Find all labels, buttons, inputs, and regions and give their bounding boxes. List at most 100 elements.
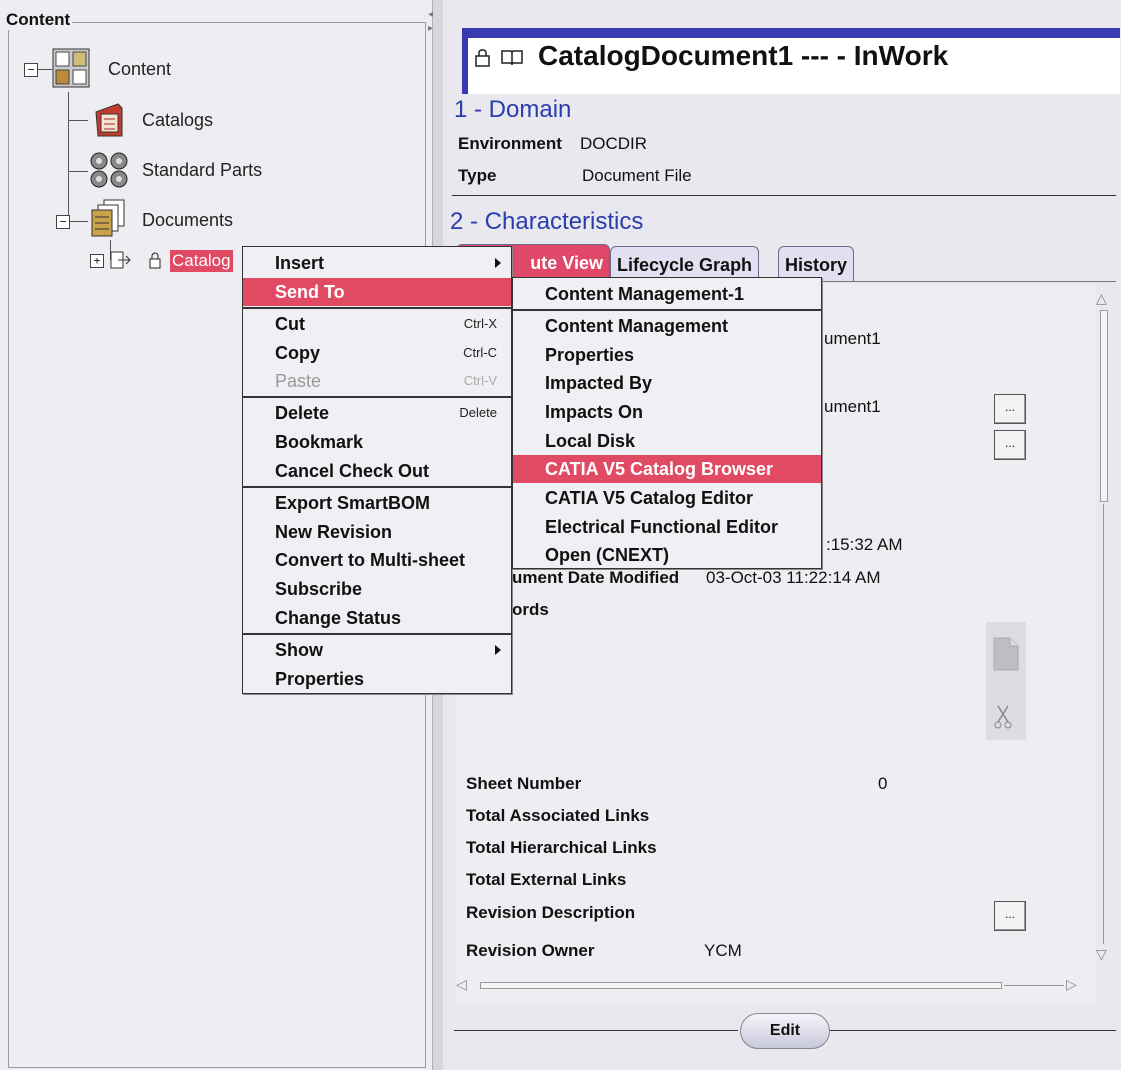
new-doc-icon[interactable] — [990, 636, 1020, 672]
tree-connector — [68, 171, 88, 172]
date-modified-value: 03-Oct-03 11:22:14 AM — [706, 568, 881, 587]
divider — [452, 195, 1116, 196]
partial-value: :15:32 AM — [826, 535, 903, 554]
date-modified-label: ument Date Modified — [512, 568, 680, 587]
submenu-item-highlighted[interactable]: CATIA V5 Catalog Browser — [513, 455, 821, 483]
tree-panel-title: Content — [4, 10, 73, 30]
revision-description-label: Revision Description — [466, 903, 636, 922]
tree-item-documents[interactable]: Documents — [142, 210, 233, 231]
submenu-item[interactable]: CATIA V5 Catalog Editor — [513, 484, 821, 512]
characteristics-heading: 2 - Characteristics — [450, 208, 644, 235]
catalogs-book-icon — [95, 103, 123, 137]
menu-item-properties[interactable]: Properties — [243, 665, 511, 693]
content-grid-icon — [52, 48, 90, 88]
revision-owner-value: YCM — [704, 941, 742, 960]
tree-item-content[interactable]: Content — [108, 59, 171, 80]
submenu-item[interactable]: Content Management-1 — [513, 280, 821, 308]
scroll-right-icon[interactable]: ▷ — [1066, 976, 1077, 993]
tree-connector — [68, 92, 69, 222]
total-hierarchical-links-label: Total Hierarchical Links — [466, 838, 657, 857]
scroll-up-icon[interactable]: △ — [1096, 290, 1107, 307]
menu-item-insert[interactable]: Insert — [243, 249, 511, 277]
tab-label: ute View — [530, 253, 603, 273]
menu-item-label: Bookmark — [275, 432, 364, 452]
menu-item-delete[interactable]: Delete Delete — [243, 399, 511, 427]
tree-item-standard-parts[interactable]: Standard Parts — [142, 160, 262, 181]
divider — [830, 1030, 1116, 1031]
tree-collapse-icon[interactable]: − — [24, 63, 38, 77]
page-title: CatalogDocument1 --- - InWork — [538, 40, 949, 71]
shortcut-text: Ctrl-V — [463, 373, 497, 388]
menu-item-convert-multisheet[interactable]: Convert to Multi-sheet — [243, 546, 511, 574]
partial-value: ument1 — [824, 397, 881, 416]
submenu-item[interactable]: Local Disk — [513, 427, 821, 455]
menu-item-label: Cancel Check Out — [275, 461, 430, 481]
type-label: Type — [458, 166, 497, 185]
tree-connector — [68, 221, 88, 222]
shortcut-text: Ctrl-C — [463, 345, 497, 360]
menu-item-export-smartbom[interactable]: Export SmartBOM — [243, 489, 511, 517]
menu-item-label: Subscribe — [275, 579, 363, 599]
ellipsis-button[interactable]: ... — [994, 394, 1026, 424]
edit-button[interactable]: Edit — [740, 1013, 830, 1049]
type-value: Document File — [582, 166, 692, 185]
submenu-arrow-icon — [495, 258, 501, 268]
shortcut-text: Delete — [459, 405, 497, 420]
ellipsis-button[interactable]: ... — [994, 901, 1026, 931]
menu-separator — [243, 396, 511, 398]
menu-item-copy[interactable]: Copy Ctrl-C — [243, 339, 511, 367]
tree-connector — [38, 69, 52, 70]
submenu-item[interactable]: Impacts On — [513, 398, 821, 426]
menu-item-paste: Paste Ctrl-V — [243, 367, 511, 395]
menu-item-label: New Revision — [275, 522, 393, 542]
menu-item-label: Delete — [275, 403, 330, 423]
tab-history[interactable]: History — [778, 246, 855, 281]
menu-item-label: Properties — [275, 669, 365, 689]
menu-item-label: Insert — [275, 253, 325, 273]
submenu-item[interactable]: Electrical Functional Editor — [513, 513, 821, 541]
splitter-arrows-icon[interactable]: ◂ ▸ — [428, 8, 433, 36]
standard-parts-icon — [90, 152, 128, 188]
submenu-item[interactable]: Content Management — [513, 312, 821, 340]
partial-value: ument1 — [824, 329, 881, 348]
tab-lifecycle-graph[interactable]: Lifecycle Graph — [610, 246, 760, 281]
menu-item-change-status[interactable]: Change Status — [243, 604, 511, 632]
ellipsis-button[interactable]: ... — [994, 430, 1026, 460]
menu-item-cancel-check-out[interactable]: Cancel Check Out — [243, 457, 511, 485]
menu-item-bookmark[interactable]: Bookmark — [243, 428, 511, 456]
menu-item-label: Paste — [275, 371, 322, 391]
menu-separator — [513, 309, 821, 311]
tree-connector — [68, 120, 88, 121]
lock-icon — [475, 49, 490, 67]
tree-item-catalogs[interactable]: Catalogs — [142, 110, 213, 131]
submenu-item[interactable]: Properties — [513, 341, 821, 369]
menu-item-label: Change Status — [275, 608, 402, 628]
submenu-arrow-icon — [495, 645, 501, 655]
divider — [454, 1030, 738, 1031]
total-associated-links-label: Total Associated Links — [466, 806, 650, 825]
tree-collapse-icon[interactable]: − — [56, 215, 70, 229]
menu-item-show[interactable]: Show — [243, 636, 511, 664]
menu-item-label: Cut — [275, 314, 305, 334]
scroll-down-icon[interactable]: ▽ — [1096, 946, 1107, 963]
vertical-scrollbar[interactable]: △ ▽ — [1094, 290, 1110, 970]
submenu-item[interactable]: Impacted By — [513, 369, 821, 397]
scrollbar-thumb[interactable] — [480, 982, 1002, 989]
submenu-item[interactable]: Open (CNEXT) — [513, 541, 821, 569]
sheet-number-value: 0 — [878, 774, 888, 793]
scrollbar-track — [1004, 985, 1064, 986]
menu-item-subscribe[interactable]: Subscribe — [243, 575, 511, 603]
menu-item-cut[interactable]: Cut Ctrl-X — [243, 310, 511, 338]
menu-item-send-to[interactable]: Send To — [243, 278, 511, 306]
revision-owner-label: Revision Owner — [466, 941, 595, 960]
environment-value: DOCDIR — [580, 134, 648, 153]
tree-expand-icon[interactable]: + — [90, 254, 104, 268]
menu-item-new-revision[interactable]: New Revision — [243, 518, 511, 546]
scrollbar-thumb[interactable] — [1100, 310, 1108, 502]
tree-item-selected-catalog[interactable]: Catalog — [170, 250, 233, 272]
scroll-left-icon[interactable]: ◁ — [456, 976, 467, 993]
menu-item-label: Show — [275, 640, 323, 660]
domain-heading: 1 - Domain — [454, 96, 572, 123]
horizontal-scrollbar[interactable]: ◁ ▷ — [456, 976, 1086, 994]
scissors-icon[interactable] — [994, 704, 1012, 730]
